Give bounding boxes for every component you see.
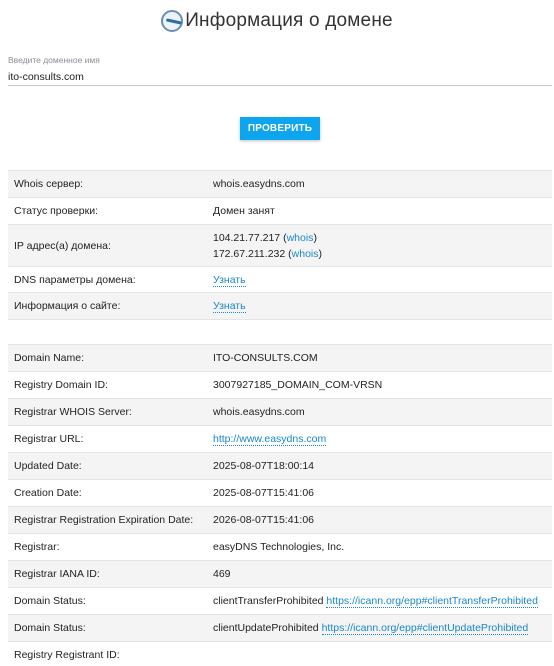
page-title: Информация о домене	[185, 10, 393, 31]
domain-info-logo-icon	[161, 10, 184, 32]
whois-server-label: Whois сервер:	[8, 170, 207, 198]
table-row: DNS параметры домена: Узнать	[8, 266, 552, 293]
dns-label: DNS параметры домена:	[8, 266, 207, 293]
domain-input[interactable]	[8, 68, 552, 86]
page-header: Информация о домене	[0, 6, 554, 36]
table-row: Registry Domain ID: 3007927185_DOMAIN_CO…	[8, 371, 552, 399]
check-button[interactable]: ПРОВЕРИТЬ	[240, 117, 320, 140]
expiration-date-value: 2026-08-07T15:41:06	[207, 506, 552, 534]
iana-id-label: Registrar IANA ID:	[8, 560, 207, 588]
table-row: Domain Status: clientUpdateProhibited ht…	[8, 614, 552, 642]
ip-address: 104.21.77.217	[213, 231, 281, 244]
registrant-id-value	[207, 641, 552, 666]
registrar-url-value: http://www.easydns.com	[207, 425, 552, 453]
table-row: Registrar Registration Expiration Date: …	[8, 506, 552, 534]
domain-input-label: Введите доменное имя	[8, 55, 100, 65]
table-row: Updated Date: 2025-08-07T18:00:14	[8, 452, 552, 480]
table-row: Registrar IANA ID: 469	[8, 560, 552, 588]
site-info-link[interactable]: Узнать	[213, 300, 246, 313]
table-row: Domain Status: clientTransferProhibited …	[8, 587, 552, 615]
summary-table: Whois сервер: whois.easydns.com Статус п…	[8, 170, 552, 320]
domain-name-value: ITO-CONSULTS.COM	[207, 344, 552, 372]
iana-id-value: 469	[207, 560, 552, 588]
registrant-id-label: Registry Registrant ID:	[8, 641, 207, 666]
creation-date-value: 2025-08-07T15:41:06	[207, 479, 552, 507]
table-row: Domain Name: ITO-CONSULTS.COM	[8, 344, 552, 372]
registry-domain-id-value: 3007927185_DOMAIN_COM-VRSN	[207, 371, 552, 399]
registry-domain-id-label: Registry Domain ID:	[8, 371, 207, 399]
registrar-whois-server-value: whois.easydns.com	[207, 398, 552, 426]
expiration-date-label: Registrar Registration Expiration Date:	[8, 506, 207, 534]
table-row: Registry Registrant ID:	[8, 641, 552, 666]
table-row: Информация о сайте: Узнать	[8, 292, 552, 320]
table-row: Registrar WHOIS Server: whois.easydns.co…	[8, 398, 552, 426]
ip-values: 104.21.77.217 (whois) 172.67.211.232 (wh…	[207, 224, 552, 267]
domain-name-label: Domain Name:	[8, 344, 207, 372]
table-row: Статус проверки: Домен занят	[8, 197, 552, 225]
registrar-url-link[interactable]: http://www.easydns.com	[213, 433, 327, 446]
updated-date-label: Updated Date:	[8, 452, 207, 480]
status-value: Домен занят	[207, 197, 552, 225]
registrar-value: easyDNS Technologies, Inc.	[207, 533, 552, 561]
site-label: Информация о сайте:	[8, 292, 207, 320]
ip-address: 172.67.211.232	[213, 247, 286, 260]
whois-server-value: whois.easydns.com	[207, 170, 552, 198]
domain-status-label: Domain Status:	[8, 614, 207, 642]
registrar-label: Registrar:	[8, 533, 207, 561]
status-info-link[interactable]: https://icann.org/epp#clientUpdateProhib…	[321, 622, 529, 635]
status-code: clientTransferProhibited	[213, 595, 324, 607]
domain-status-value: clientUpdateProhibited https://icann.org…	[207, 614, 552, 642]
updated-date-value: 2025-08-07T18:00:14	[207, 452, 552, 480]
table-row: Creation Date: 2025-08-07T15:41:06	[8, 479, 552, 507]
ip-whois-link[interactable]: whois	[287, 232, 314, 244]
ip-whois-link[interactable]: whois	[292, 248, 319, 260]
ip-label: IP адрес(а) домена:	[8, 224, 207, 267]
status-info-link[interactable]: https://icann.org/epp#clientTransferProh…	[326, 595, 538, 608]
table-row: Whois сервер: whois.easydns.com	[8, 170, 552, 198]
table-row: Registrar URL: http://www.easydns.com	[8, 425, 552, 453]
domain-status-label: Domain Status:	[8, 587, 207, 615]
registrar-url-label: Registrar URL:	[8, 425, 207, 453]
whois-table: Domain Name: ITO-CONSULTS.COM Registry D…	[8, 344, 552, 666]
domain-status-value: clientTransferProhibited https://icann.o…	[207, 587, 552, 615]
site-value: Узнать	[207, 292, 552, 320]
ip-line: 172.67.211.232 (whois)	[213, 247, 322, 260]
table-row: IP адрес(а) домена: 104.21.77.217 (whois…	[8, 224, 552, 267]
dns-value: Узнать	[207, 266, 552, 293]
table-row: Registrar: easyDNS Technologies, Inc.	[8, 533, 552, 561]
registrar-whois-server-label: Registrar WHOIS Server:	[8, 398, 207, 426]
ip-line: 104.21.77.217 (whois)	[213, 231, 317, 244]
status-label: Статус проверки:	[8, 197, 207, 225]
creation-date-label: Creation Date:	[8, 479, 207, 507]
status-code: clientUpdateProhibited	[213, 622, 319, 634]
dns-lookup-link[interactable]: Узнать	[213, 273, 246, 287]
